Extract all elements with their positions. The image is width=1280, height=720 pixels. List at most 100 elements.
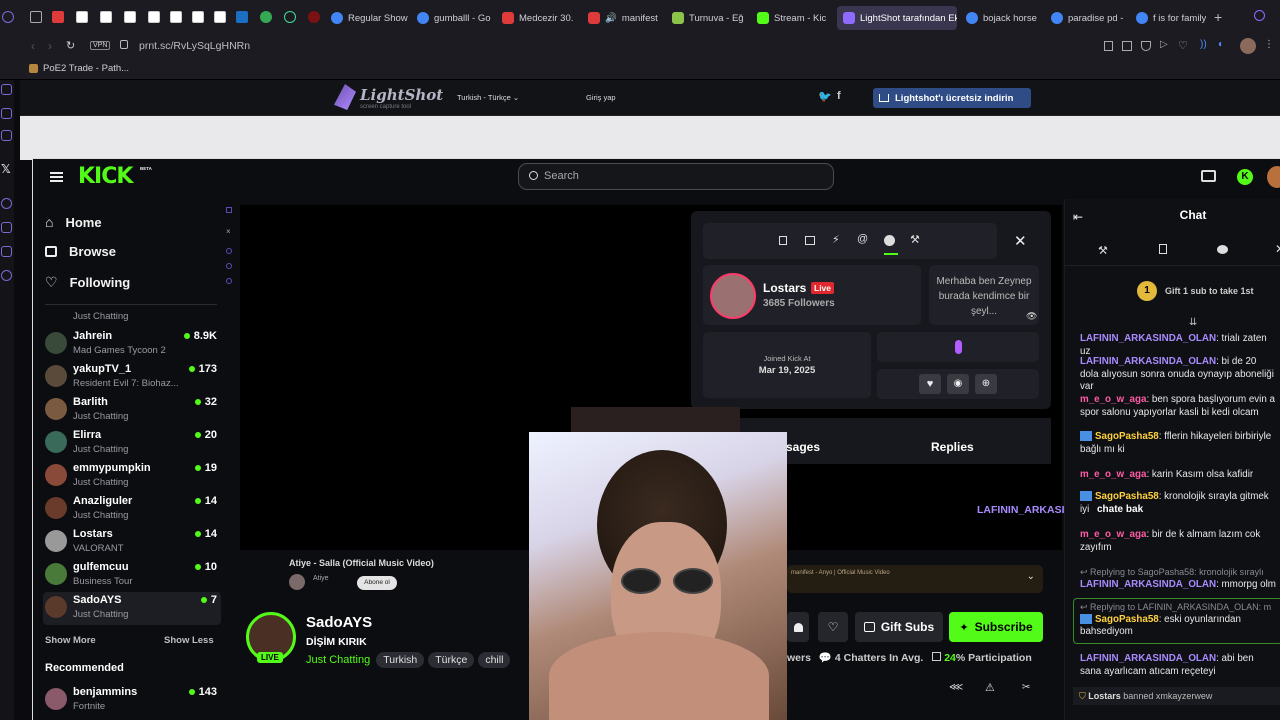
hammer-icon[interactable]: ⚒ (1098, 244, 1108, 257)
tab-manifest[interactable]: 🔊 manifest (588, 6, 664, 30)
followed-channel-barlith[interactable]: Barlith Just Chatting 32 (43, 394, 221, 427)
play-icon[interactable]: ▷ (1160, 39, 1168, 50)
facebook-icon[interactable]: f (837, 90, 841, 102)
tag[interactable]: chill (478, 652, 511, 668)
tag[interactable]: Türkçe (428, 652, 475, 668)
tab-bojack[interactable]: bojack horse (966, 6, 1044, 30)
youtube-pinned-icon[interactable] (52, 11, 64, 23)
language-select[interactable]: Turkish - Türkçe ⌄ (457, 93, 519, 102)
recommended-channel-benjammins[interactable]: benjammins Fortnite 143 (43, 684, 221, 717)
close-icon[interactable]: ✕ (1275, 242, 1280, 256)
sidebar-app-icon[interactable] (1, 130, 12, 141)
extension-icon[interactable]: )) (1200, 39, 1207, 50)
tag[interactable]: Turkish (376, 652, 425, 668)
back-button[interactable]: ‹ (31, 39, 35, 53)
sidebar-app-icon[interactable] (226, 248, 232, 254)
twitter-icon[interactable]: 🐦 (818, 90, 832, 103)
shield-icon[interactable] (1141, 41, 1151, 51)
sidebar-app-icon[interactable] (226, 207, 232, 213)
follow-button[interactable]: ♡ (818, 612, 848, 642)
hamburger-menu-icon[interactable] (50, 172, 63, 182)
sidebar-app-icon[interactable] (1, 108, 12, 119)
sidebar-app-icon[interactable] (1, 84, 12, 95)
subscribe-channel-button[interactable]: Abone ol (357, 576, 397, 590)
lightning-icon[interactable]: ⚡ (832, 233, 840, 246)
search-input[interactable]: Search (518, 163, 834, 190)
chrome-pinned-icon[interactable] (260, 11, 272, 23)
followed-channel-emmypumpkin[interactable]: emmypumpkin Just Chatting 19 (43, 460, 221, 493)
now-playing-card[interactable]: Atiye - Salla (Official Music Video) Ati… (266, 553, 506, 597)
streamer-name[interactable]: SadoAYS (306, 614, 372, 631)
document-pinned-icon[interactable] (192, 11, 204, 23)
heart-icon[interactable]: ♥ (919, 374, 941, 394)
document-pinned-icon[interactable] (100, 11, 112, 23)
report-icon[interactable]: ⚠ (985, 681, 995, 694)
user-avatar[interactable] (1267, 166, 1280, 188)
pinned-icon[interactable]: ⇊ (1189, 317, 1197, 328)
tab-messages[interactable]: sages (786, 440, 820, 454)
login-link[interactable]: Giriş yap (586, 93, 616, 102)
tab-lightshot[interactable]: LightShot tarafından Ek (837, 6, 957, 30)
menu-icon[interactable]: ⋮ (1264, 39, 1274, 50)
app-pinned-icon[interactable] (308, 11, 320, 23)
profile-avatar[interactable] (710, 273, 756, 319)
document-pinned-icon[interactable] (76, 11, 88, 23)
tab-paradise-pd[interactable]: paradise pd - (1051, 6, 1129, 30)
search-icon[interactable] (1254, 10, 1265, 21)
tab-turnuva[interactable]: Turnuva - Eğ (672, 6, 750, 30)
eye-icon[interactable]: ◉ (947, 374, 969, 394)
forward-button[interactable]: › (48, 39, 52, 53)
close-icon[interactable]: × (226, 227, 234, 236)
document-pinned-icon[interactable] (214, 11, 226, 23)
sidebar-item-following[interactable]: ♡ Following (45, 274, 130, 291)
x-icon[interactable]: 𝕏 (1, 162, 11, 176)
share-icon[interactable]: ⋘ (949, 682, 963, 693)
kick-coin-icon[interactable]: K (1237, 169, 1253, 185)
followed-channel-sadoays[interactable]: SadoAYS Just Chatting 7 (43, 592, 221, 625)
show-more-button[interactable]: Show More (45, 635, 96, 646)
profile-avatar[interactable] (1240, 38, 1256, 54)
followed-channel-gulfemcuu[interactable]: gulfemcuu Business Tour 10 (43, 559, 221, 592)
tab-f-is-for-family[interactable]: f is for family (1136, 6, 1206, 30)
mention-icon[interactable]: @ (857, 233, 868, 245)
sidebar-app-icon[interactable] (1, 246, 12, 257)
tab-replies[interactable]: Replies (931, 440, 974, 454)
gift-prompt[interactable]: Gift 1 sub to take 1st (1165, 286, 1254, 296)
tab-kick-stream[interactable]: Stream - Kic (757, 6, 829, 30)
followed-channel-elirra[interactable]: Elirra Just Chatting 20 (43, 427, 221, 460)
lightshot-logo[interactable]: LightShot (360, 86, 443, 104)
gift-subs-button[interactable]: Gift Subs (855, 612, 943, 642)
eye-icon[interactable]: 👁 (1026, 311, 1037, 322)
pinned-tab-icon[interactable] (30, 11, 42, 23)
add-user-icon[interactable]: ⊕ (975, 374, 997, 394)
document-pinned-icon[interactable] (148, 11, 160, 23)
sidebar-app-icon[interactable] (1, 198, 12, 209)
copy-icon[interactable] (779, 236, 787, 245)
tab-regular-show[interactable]: Regular Show (331, 6, 409, 30)
show-less-button[interactable]: Show Less (164, 635, 214, 646)
notification-bell-button[interactable] (787, 612, 809, 642)
sidebar-app-icon[interactable] (1, 222, 12, 233)
chevron-down-icon[interactable]: ⌄ (1027, 571, 1035, 582)
followed-channel-lostars[interactable]: Lostars VALORANT 14 (43, 526, 221, 559)
heart-icon[interactable]: ♡ (1178, 39, 1188, 52)
close-icon[interactable]: ✕ (1014, 232, 1027, 250)
new-tab-button[interactable]: + (1214, 9, 1222, 25)
document-pinned-icon[interactable] (170, 11, 182, 23)
card-icon[interactable] (805, 236, 815, 245)
sidebar-item-home[interactable]: ⌂ Home (45, 214, 102, 230)
browser-logo-icon[interactable] (2, 11, 14, 23)
document-pinned-icon[interactable] (124, 11, 136, 23)
followed-channel-yakuptv[interactable]: yakupTV_1 Resident Evil 7: Biohaz... 173 (43, 361, 221, 394)
bookmark-icon[interactable] (1104, 41, 1113, 51)
followed-channel-jahrein[interactable]: Jahrein Mad Games Tycoon 2 8.9K (43, 328, 221, 361)
vpn-badge[interactable]: VPN (90, 41, 111, 50)
message-icon[interactable] (884, 235, 895, 246)
followed-channel-anazliguler[interactable]: Anazliguler Just Chatting 14 (43, 493, 221, 526)
extension-icon[interactable]: ◐ (1218, 39, 1224, 50)
category-link[interactable]: Just Chatting (306, 654, 370, 666)
sidebar-app-icon[interactable] (226, 278, 232, 284)
subscribe-button[interactable]: ✦ Subscribe (949, 612, 1043, 642)
hammer-icon[interactable]: ⚒ (910, 233, 920, 246)
clip-icon[interactable]: ✂ (1022, 682, 1030, 693)
